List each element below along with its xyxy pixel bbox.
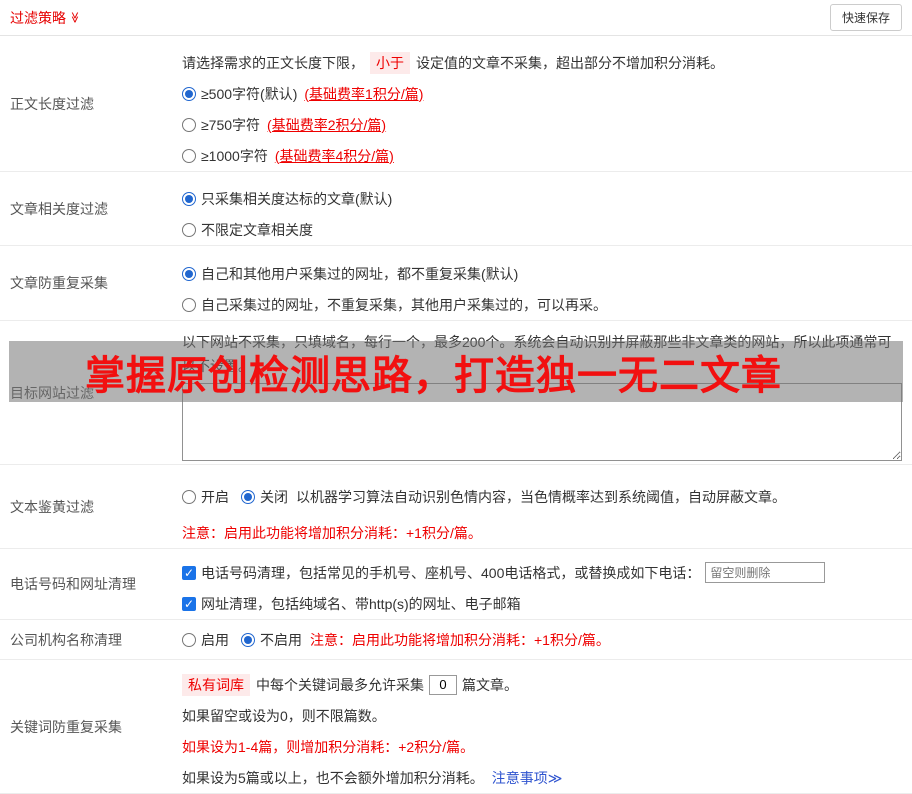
option-label: 自己采集过的网址，不重复采集，其他用户采集过的，可以再采。	[201, 295, 607, 315]
radio-icon[interactable]	[182, 223, 196, 237]
keyword-limit-setting: 私有词库 中每个关键词最多允许采集 篇文章。	[182, 669, 902, 700]
checkbox-icon[interactable]	[182, 566, 196, 580]
row-label-relevance: 文章相关度过滤	[0, 172, 182, 245]
relevance-option-strict[interactable]: 只采集相关度达标的文章(默认)	[182, 183, 902, 214]
row-relevance-filter: 文章相关度过滤 只采集相关度达标的文章(默认) 不限定文章相关度	[0, 172, 912, 246]
length-option-750[interactable]: ≥750字符 (基础费率2积分/篇)	[182, 109, 902, 140]
option-label-enable[interactable]: 启用	[201, 630, 229, 650]
radio-icon[interactable]	[182, 267, 196, 281]
porn-filter-options: 开启 关闭 以机器学习算法自动识别色情内容，当色情概率达到系统阈值，自动屏蔽文章…	[182, 481, 902, 512]
notice-link[interactable]: 注意事项≫	[492, 768, 563, 788]
keyword-limit-note-1: 如果留空或设为0，则不限篇数。	[182, 700, 902, 731]
row-dedup-collect: 文章防重复采集 自己和其他用户采集过的网址，都不重复采集(默认) 自己采集过的网…	[0, 246, 912, 321]
keyword-count-input[interactable]	[429, 675, 457, 695]
replacement-phone-input[interactable]	[705, 562, 825, 583]
option-label: 自己和其他用户采集过的网址，都不重复采集(默认)	[201, 264, 518, 284]
less-than-chip: 小于	[370, 52, 410, 74]
intro-suffix: 设定值的文章不采集，超出部分不增加积分消耗。	[416, 53, 724, 73]
radio-icon[interactable]	[182, 633, 196, 647]
fee-label: (基础费率4积分/篇)	[275, 146, 394, 166]
option-label-disable[interactable]: 不启用	[260, 630, 302, 650]
radio-icon[interactable]	[182, 490, 196, 504]
quick-save-button[interactable]: 快速保存	[830, 4, 902, 31]
radio-icon[interactable]	[241, 490, 255, 504]
porn-filter-note: 注意：启用此功能将增加积分消耗：+1积分/篇。	[182, 517, 902, 548]
filter-strategy-page: 过滤策略 ≫ 快速保存 正文长度过滤 请选择需求的正文长度下限， 小于 设定值的…	[0, 0, 912, 794]
page-header: 过滤策略 ≫ 快速保存	[0, 0, 912, 36]
row-label-company-clean: 公司机构名称清理	[0, 620, 182, 659]
radio-icon[interactable]	[241, 633, 255, 647]
keyword-limit-note-2: 如果设为1-4篇，则增加积分消耗：+2积分/篇。	[182, 731, 902, 762]
keyword-limit-suffix: 篇文章。	[462, 675, 518, 695]
company-clean-note: 注意：启用此功能将增加积分消耗：+1积分/篇。	[310, 630, 610, 650]
keyword-limit-note-3-text: 如果设为5篇或以上，也不会额外增加积分消耗。	[182, 768, 484, 788]
keyword-limit-note-3: 如果设为5篇或以上，也不会额外增加积分消耗。 注意事项≫	[182, 762, 902, 793]
row-keyword-limit: 关键词防重复采集 私有词库 中每个关键词最多允许采集 篇文章。 如果留空或设为0…	[0, 660, 912, 794]
option-label: ≥1000字符	[201, 146, 268, 166]
radio-icon[interactable]	[182, 192, 196, 206]
row-porn-filter: 文本鉴黄过滤 开启 关闭 以机器学习算法自动识别色情内容，当色情概率达到系统阈值…	[0, 465, 912, 549]
length-filter-intro: 请选择需求的正文长度下限， 小于 设定值的文章不采集，超出部分不增加积分消耗。	[182, 47, 902, 78]
option-label: ≥750字符	[201, 115, 260, 135]
radio-icon[interactable]	[182, 149, 196, 163]
length-option-1000[interactable]: ≥1000字符 (基础费率4积分/篇)	[182, 140, 902, 171]
row-phone-url-clean: 电话号码和网址清理 电话号码清理，包括常见的手机号、座机号、400电话格式，或替…	[0, 549, 912, 620]
watermark-overlay: 掌握原创检测思路，打造独一无二文章	[9, 341, 903, 402]
row-length-filter: 正文长度过滤 请选择需求的正文长度下限， 小于 设定值的文章不采集，超出部分不增…	[0, 36, 912, 172]
page-title-text: 过滤策略	[10, 8, 66, 28]
watermark-text: 掌握原创检测思路，打造独一无二文章	[9, 343, 782, 401]
option-label: 只采集相关度达标的文章(默认)	[201, 189, 392, 209]
url-clean-label: 网址清理，包括纯域名、带http(s)的网址、电子邮箱	[201, 594, 521, 614]
fee-label: (基础费率1积分/篇)	[304, 84, 423, 104]
relevance-option-any[interactable]: 不限定文章相关度	[182, 214, 902, 245]
option-label-on[interactable]: 开启	[201, 487, 229, 507]
radio-icon[interactable]	[182, 118, 196, 132]
radio-icon[interactable]	[182, 298, 196, 312]
private-thesaurus-chip[interactable]: 私有词库	[182, 674, 250, 696]
dedup-option-self-only[interactable]: 自己采集过的网址，不重复采集，其他用户采集过的，可以再采。	[182, 289, 902, 320]
length-option-500[interactable]: ≥500字符(默认) (基础费率1积分/篇)	[182, 78, 902, 109]
url-clean-option: 网址清理，包括纯域名、带http(s)的网址、电子邮箱	[182, 588, 902, 619]
row-label-phone-url: 电话号码和网址清理	[0, 549, 182, 619]
checkbox-icon[interactable]	[182, 597, 196, 611]
option-label-off[interactable]: 关闭	[260, 487, 288, 507]
row-label-dedup: 文章防重复采集	[0, 246, 182, 320]
dedup-option-all-users[interactable]: 自己和其他用户采集过的网址，都不重复采集(默认)	[182, 258, 902, 289]
row-label-length-filter: 正文长度过滤	[0, 36, 182, 171]
porn-filter-description: 以机器学习算法自动识别色情内容，当色情概率达到系统阈值，自动屏蔽文章。	[296, 487, 786, 507]
fee-label: (基础费率2积分/篇)	[267, 115, 386, 135]
intro-prefix: 请选择需求的正文长度下限，	[182, 53, 364, 73]
row-company-clean: 公司机构名称清理 启用 不启用 注意：启用此功能将增加积分消耗：+1积分/篇。	[0, 620, 912, 660]
chevron-down-icon: ≫	[68, 12, 81, 24]
row-label-porn-filter: 文本鉴黄过滤	[0, 465, 182, 548]
page-title[interactable]: 过滤策略 ≫	[10, 8, 81, 28]
option-label: 不限定文章相关度	[201, 220, 313, 240]
keyword-limit-text: 中每个关键词最多允许采集	[256, 675, 424, 695]
option-label: ≥500字符(默认)	[201, 84, 297, 104]
radio-icon[interactable]	[182, 87, 196, 101]
phone-clean-label: 电话号码清理，包括常见的手机号、座机号、400电话格式，或替换成如下电话：	[201, 563, 700, 583]
phone-clean-option: 电话号码清理，包括常见的手机号、座机号、400电话格式，或替换成如下电话：	[182, 557, 902, 588]
row-label-keyword-limit: 关键词防重复采集	[0, 660, 182, 793]
